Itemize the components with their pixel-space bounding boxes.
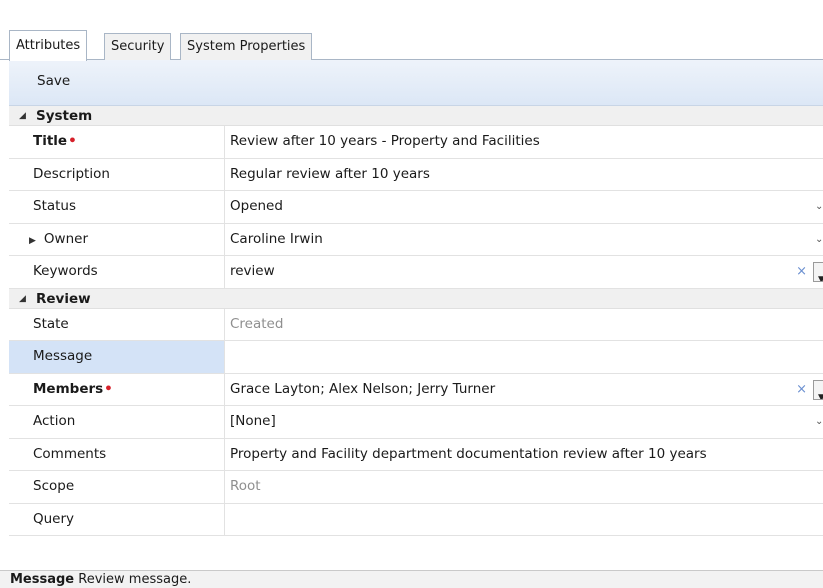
query-field[interactable] <box>230 504 823 536</box>
save-button[interactable]: Save <box>37 73 70 89</box>
row-state: State Created <box>9 308 823 341</box>
description-bar: Message Review message. <box>0 570 823 588</box>
row-description: Description Regular review after 10 year… <box>9 158 823 191</box>
members-value: Grace Layton; Alex Nelson; Jerry Turner <box>230 380 496 397</box>
field-label-state: State <box>9 308 225 340</box>
required-marker: • <box>104 380 113 397</box>
field-label-comments: Comments <box>9 438 225 470</box>
tab-strip: Attributes Security System Properties <box>0 0 823 61</box>
field-label-keywords: Keywords <box>9 256 225 288</box>
row-message: Message <box>9 341 823 374</box>
property-grid: ◢ System Title• Review after 10 years - … <box>9 106 823 536</box>
triangle-collapse-icon[interactable]: ◢ <box>19 106 26 126</box>
members-field[interactable]: Grace Layton; Alex Nelson; Jerry Turner … <box>230 374 823 406</box>
row-owner: ▶ Owner Caroline Irwin ⌄ <box>9 223 823 256</box>
group-header-review[interactable]: ◢ Review <box>9 288 823 309</box>
row-query: Query <box>9 503 823 536</box>
field-label-message[interactable]: Message <box>9 341 225 373</box>
description-bar-title: Message <box>10 572 75 587</box>
chevron-down-icon[interactable]: ⌄ <box>815 406 823 437</box>
chevron-down-icon[interactable]: ▼ <box>813 379 823 400</box>
field-label-query: Query <box>9 503 225 535</box>
triangle-expand-icon[interactable]: ▶ <box>29 236 36 246</box>
field-label-status: Status <box>9 191 225 223</box>
title-field[interactable]: Review after 10 years - Property and Fac… <box>230 126 823 158</box>
row-keywords: Keywords review × ▼ <box>9 256 823 289</box>
owner-value: Caroline Irwin <box>230 230 323 247</box>
tab-security[interactable]: Security <box>104 33 172 60</box>
status-select[interactable]: Opened ⌄ <box>230 191 823 223</box>
description-bar-text: Review message. <box>78 572 192 587</box>
required-marker: • <box>68 133 77 149</box>
field-label-title: Title• <box>9 126 225 158</box>
field-label-scope: Scope <box>9 471 225 503</box>
toolbar: Save <box>9 60 823 106</box>
owner-select[interactable]: Caroline Irwin ⌄ <box>230 224 823 256</box>
row-title: Title• Review after 10 years - Property … <box>9 126 823 159</box>
field-label-owner: ▶ Owner <box>9 223 225 255</box>
action-select[interactable]: [None] ⌄ <box>230 406 823 438</box>
state-value: Created <box>230 315 284 332</box>
chevron-down-icon[interactable]: ▼ <box>813 262 823 282</box>
field-label-description: Description <box>9 158 225 190</box>
chevron-down-icon[interactable]: ⌄ <box>815 191 823 222</box>
field-label-action: Action <box>9 406 225 438</box>
tab-attributes[interactable]: Attributes <box>9 30 88 61</box>
comments-field[interactable]: Property and Facility department documen… <box>230 439 823 471</box>
action-value: [None] <box>230 413 276 429</box>
status-value: Opened <box>230 198 283 214</box>
row-scope: Scope Root <box>9 471 823 504</box>
keywords-value: review <box>230 263 275 279</box>
group-header-system[interactable]: ◢ System <box>9 106 823 126</box>
clear-x-icon[interactable]: × <box>796 256 807 287</box>
row-members: Members• Grace Layton; Alex Nelson; Jerr… <box>9 373 823 406</box>
message-field[interactable] <box>230 341 823 373</box>
tab-system-properties[interactable]: System Properties <box>180 33 313 60</box>
group-label: System <box>36 108 93 124</box>
scope-value: Root <box>230 478 261 494</box>
triangle-collapse-icon[interactable]: ◢ <box>19 289 26 309</box>
row-comments: Comments Property and Facility departmen… <box>9 438 823 471</box>
description-field[interactable]: Regular review after 10 years <box>230 159 823 191</box>
group-label: Review <box>36 290 91 307</box>
clear-x-icon[interactable]: × <box>796 374 807 405</box>
row-action: Action [None] ⌄ <box>9 406 823 439</box>
row-status: Status Opened ⌄ <box>9 191 823 224</box>
chevron-down-icon[interactable]: ⌄ <box>815 224 823 255</box>
keywords-field[interactable]: review × ▼ <box>230 256 823 288</box>
field-label-members: Members• <box>9 373 225 405</box>
